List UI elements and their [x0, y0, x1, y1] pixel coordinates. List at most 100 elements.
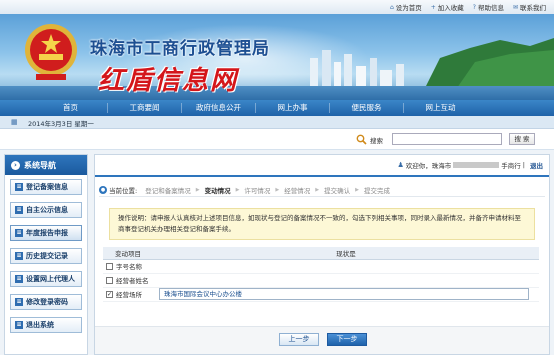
location-label: 当前位置:: [109, 186, 138, 195]
sidebar-item-logout[interactable]: ≡ 退出系统: [10, 317, 82, 333]
user-icon: ♟: [397, 161, 404, 169]
button-bar: 上一步 下一步: [95, 326, 549, 354]
column-header-current-status: 现状是: [153, 247, 539, 260]
next-step-button[interactable]: 下一步: [327, 333, 367, 346]
help-icon: ?: [472, 3, 476, 11]
document-icon: ≡: [15, 183, 23, 191]
document-icon: ≡: [15, 229, 23, 237]
organization-title: 珠海市工商行政管理局: [90, 39, 270, 59]
top-utility-bar: ⌂ 设为首页 + 加入收藏 ? 帮助信息 ✉ 联系我们: [0, 0, 554, 14]
header-divider: [95, 175, 549, 177]
sidebar-item-label: 历史提交记录: [26, 252, 68, 260]
sidebar-item-label: 年度报告申报: [26, 229, 68, 237]
nav-gov-info[interactable]: 政府信息公开: [182, 100, 255, 116]
step-breadcrumb: ● 当前位置: 登记和备案情况 ▶ 变动情况 ▶ 许可情况 ▶ 经营情况 ▶ 提…: [99, 183, 545, 197]
sidebar-item-registration-info[interactable]: ≡ 登记备案信息: [10, 179, 82, 195]
contact-link[interactable]: ✉ 联系我们: [512, 2, 546, 13]
changes-table: 变动项目 现状是 字号名称 经营者姓名 ✓ 经营场所 珠海市国际会议中心办公楼: [103, 247, 539, 302]
set-homepage-label: 设为首页: [395, 4, 422, 12]
banner-sea: [0, 86, 554, 100]
welcome-prefix: 欢迎你，珠海市: [405, 162, 452, 170]
house-icon: ⌂: [389, 3, 394, 11]
checkbox-operator-name[interactable]: [106, 276, 113, 284]
sidebar-item-annual-report[interactable]: ≡ 年度报告申报: [10, 225, 82, 241]
search-row: 搜索 搜 索: [0, 129, 554, 150]
step-complete[interactable]: 提交完成: [359, 185, 395, 195]
step-confirm[interactable]: 提交确认: [319, 185, 355, 195]
previous-step-button[interactable]: 上一步: [279, 333, 319, 346]
location-icon: ●: [99, 185, 107, 194]
add-favorite-link[interactable]: + 加入收藏: [430, 2, 464, 13]
step-changes[interactable]: 变动情况: [200, 185, 236, 195]
nav-online-services[interactable]: 网上办事: [256, 100, 329, 116]
sidebar-item-label: 登记备案信息: [26, 183, 68, 191]
set-homepage-link[interactable]: ⌂ 设为首页: [389, 2, 422, 13]
table-row: 经营者姓名: [103, 273, 539, 288]
redacted-name: [453, 162, 500, 168]
contact-label: 联系我们: [520, 4, 546, 12]
brand-title: 红盾信息网: [98, 66, 239, 96]
sidebar-list: ≡ 登记备案信息 ≡ 自主公示信息 ≡ 年度报告申报 ≡ 历史提交记录 ≡ 设置网上代理人…: [5, 175, 87, 344]
help-link[interactable]: ? 帮助信息: [472, 2, 504, 13]
row-label: 经营者姓名: [116, 277, 149, 285]
sidebar-title: 系统导航: [24, 160, 56, 170]
mail-icon: ✉: [512, 3, 518, 11]
sidebar-item-submission-history[interactable]: ≡ 历史提交记录: [10, 248, 82, 264]
calendar-icon: ▦: [11, 118, 18, 126]
table-header-row: 变动项目 现状是: [103, 247, 539, 260]
row-label: 字号名称: [116, 263, 142, 271]
step-license[interactable]: 许可情况: [239, 185, 275, 195]
document-icon: ≡: [15, 206, 23, 214]
instructions-box: 操作说明：请申报人认真核对上述项目信息，如现状与登记的备案情况不一致的，勾选下列…: [109, 208, 535, 240]
table-row: 字号名称: [103, 259, 539, 274]
utility-links: ⌂ 设为首页 + 加入收藏 ? 帮助信息 ✉ 联系我们: [389, 2, 546, 13]
sidebar-item-label: 设置网上代理人: [26, 275, 75, 283]
search-icon: [356, 134, 367, 145]
current-date: 2014年3月3日 星期一: [28, 120, 94, 128]
add-favorite-label: 加入收藏: [437, 4, 464, 12]
row-label: 经营场所: [116, 291, 142, 299]
sidebar-header: › 系统导航: [5, 155, 87, 175]
system-nav-sidebar: › 系统导航 ≡ 登记备案信息 ≡ 自主公示信息 ≡ 年度报告申报 ≡ 历史提交记录 ≡…: [4, 154, 88, 355]
column-header-change-item: 变动项目: [103, 247, 153, 260]
instructions-text: 请申报人认真核对上述项目信息，如现状与登记的备案情况不一致的，勾选下列相关事项，…: [118, 214, 521, 233]
step-registration[interactable]: 登记和备案情况: [140, 185, 196, 195]
step-operations[interactable]: 经营情况: [279, 185, 315, 195]
sidebar-item-change-password[interactable]: ≡ 修改登录密码: [10, 294, 82, 310]
instructions-label: 操作说明: [118, 214, 144, 222]
sidebar-item-label: 退出系统: [26, 321, 54, 329]
business-premises-input[interactable]: 珠海市国际会议中心办公楼: [159, 288, 529, 300]
national-emblem-icon: [25, 24, 77, 80]
plus-icon: +: [430, 3, 436, 11]
checkbox-trade-name[interactable]: [106, 262, 113, 270]
table-cell: 经营者姓名: [103, 273, 539, 288]
welcome-bar: ♟ 欢迎你，珠海市 手商行 | 退出: [398, 160, 543, 170]
main-panel: ♟ 欢迎你，珠海市 手商行 | 退出 ● 当前位置: 登记和备案情况 ▶ 变动情…: [94, 154, 550, 355]
logout-link[interactable]: 退出: [530, 160, 543, 170]
search-input[interactable]: [392, 133, 502, 145]
nav-interaction[interactable]: 网上互动: [404, 100, 477, 116]
sidebar-item-label: 自主公示信息: [26, 206, 68, 214]
sidebar-item-set-agent[interactable]: ≡ 设置网上代理人: [10, 271, 82, 287]
table-cell: ✓ 经营场所: [103, 287, 153, 302]
main-nav: 首页 工商要闻 政府信息公开 网上办事 便民服务 网上互动: [0, 100, 554, 116]
table-cell: 字号名称: [103, 259, 539, 274]
site-banner: 珠海市工商行政管理局 红盾信息网: [0, 14, 554, 100]
sidebar-item-self-disclosure[interactable]: ≡ 自主公示信息: [10, 202, 82, 218]
date-bar: ▦ 2014年3月3日 星期一: [0, 116, 554, 129]
checkbox-business-premises[interactable]: ✓: [106, 290, 113, 298]
document-icon: ≡: [15, 298, 23, 306]
document-icon: ≡: [15, 252, 23, 260]
search-button[interactable]: 搜 索: [509, 133, 535, 145]
table-row: ✓ 经营场所 珠海市国际会议中心办公楼: [103, 287, 539, 302]
document-icon: ≡: [15, 275, 23, 283]
nav-news[interactable]: 工商要闻: [108, 100, 181, 116]
nav-public-services[interactable]: 便民服务: [330, 100, 403, 116]
help-label: 帮助信息: [477, 4, 504, 12]
nav-header-icon: ›: [11, 160, 20, 170]
table-cell: 珠海市国际会议中心办公楼: [153, 287, 539, 302]
sidebar-item-label: 修改登录密码: [26, 298, 68, 306]
document-icon: ≡: [15, 321, 23, 329]
nav-home[interactable]: 首页: [34, 100, 107, 116]
welcome-separator: |: [522, 161, 525, 169]
